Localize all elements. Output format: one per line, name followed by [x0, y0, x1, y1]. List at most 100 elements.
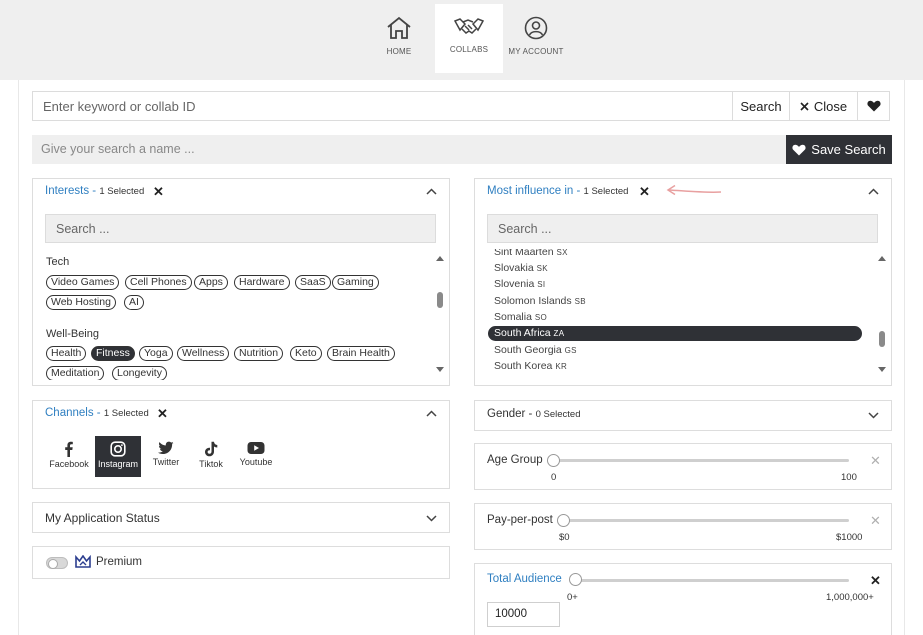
- influence-count: 1 Selected: [583, 186, 629, 197]
- channel-twitter[interactable]: Twitter: [143, 436, 189, 477]
- pay-per-post-slider-handle[interactable]: [557, 514, 570, 527]
- country-option[interactable]: South Georgia GS: [494, 344, 577, 356]
- chevron-down-icon[interactable]: [868, 412, 879, 419]
- channel-youtube[interactable]: Youtube: [233, 436, 279, 477]
- country-name: Somalia: [494, 311, 532, 323]
- close-button-label: Close: [813, 98, 848, 114]
- total-audience-slider-handle[interactable]: [569, 573, 582, 586]
- interests-scroll-down[interactable]: [436, 367, 444, 372]
- channel-instagram[interactable]: Instagram: [95, 436, 141, 477]
- nav-my-account[interactable]: MY ACCOUNT: [502, 4, 570, 73]
- influence-scroll-up[interactable]: [878, 256, 886, 261]
- tag-ai[interactable]: AI: [124, 295, 144, 310]
- country-code: SB: [574, 297, 586, 306]
- interests-search-input[interactable]: Search ...: [45, 214, 436, 243]
- account-icon: [524, 16, 548, 40]
- age-group-title: Age Group: [487, 454, 543, 466]
- tag-saas[interactable]: SaaS: [295, 275, 331, 290]
- channel-label: Instagram: [97, 459, 139, 469]
- total-audience-clear-icon[interactable]: ✕: [870, 573, 881, 589]
- tag-fitness[interactable]: Fitness: [91, 346, 135, 361]
- tag-gaming[interactable]: Gaming: [332, 275, 379, 290]
- nav-home-label: HOME: [386, 47, 412, 56]
- total-audience-slider-track[interactable]: [576, 579, 849, 582]
- influence-title[interactable]: Most influence in - 1 Selected: [487, 185, 628, 197]
- twitter-icon: [158, 441, 174, 454]
- interests-title[interactable]: Interests - 1 Selected: [45, 185, 144, 197]
- country-code: ZA: [553, 329, 565, 338]
- nav-collabs[interactable]: COLLABS: [435, 4, 503, 73]
- age-group-panel: [474, 443, 892, 490]
- channels-clear-icon[interactable]: ✕: [157, 406, 168, 422]
- chevron-up-icon[interactable]: [426, 188, 437, 195]
- influence-clear-icon[interactable]: ✕: [639, 184, 650, 200]
- age-group-max-label: 100: [841, 472, 857, 483]
- premium-toggle[interactable]: [46, 557, 68, 569]
- country-option[interactable]: Solomon Islands SB: [494, 295, 586, 307]
- pay-per-post-panel: [474, 503, 892, 550]
- country-code: KR: [555, 362, 568, 371]
- total-audience-input[interactable]: 10000: [487, 602, 560, 627]
- keyword-search-input[interactable]: Enter keyword or collab ID: [32, 91, 732, 121]
- tag-nutrition[interactable]: Nutrition: [234, 346, 284, 361]
- tag-longevity[interactable]: Longevity: [112, 366, 167, 381]
- tag-yoga[interactable]: Yoga: [139, 346, 173, 361]
- nav-my-account-label: MY ACCOUNT: [508, 47, 564, 56]
- influence-scrollbar-thumb[interactable]: [879, 331, 885, 347]
- country-option[interactable]: South Korea KR: [494, 360, 567, 372]
- handshake-icon: [454, 18, 484, 34]
- gender-count: 0 Selected: [535, 409, 581, 420]
- country-code: GS: [564, 346, 577, 355]
- search-button[interactable]: Search: [732, 91, 790, 121]
- age-group-slider-track[interactable]: [554, 459, 849, 462]
- heart-icon: [792, 144, 806, 155]
- tag-video-games[interactable]: Video Games: [46, 275, 120, 290]
- influence-scroll-down[interactable]: [878, 367, 886, 372]
- total-audience-title[interactable]: Total Audience: [487, 573, 562, 585]
- country-option-selected[interactable]: South Africa ZA: [488, 326, 862, 341]
- age-group-slider-handle[interactable]: [547, 454, 560, 467]
- tag-cell-phones[interactable]: Cell Phones: [125, 275, 192, 290]
- tag-web-hosting[interactable]: Web Hosting: [46, 295, 116, 310]
- gender-title-text: Gender: [487, 408, 526, 420]
- tag-health[interactable]: Health: [46, 346, 87, 361]
- tag-apps[interactable]: Apps: [194, 275, 228, 290]
- interests-clear-icon[interactable]: ✕: [153, 184, 164, 200]
- pay-per-post-min-label: $0: [559, 532, 570, 543]
- country-option[interactable]: Slovakia SK: [494, 262, 548, 274]
- age-group-min-label: 0: [551, 472, 557, 483]
- channel-facebook[interactable]: Facebook: [46, 436, 92, 477]
- total-audience-min-label: 0+: [567, 592, 578, 603]
- chevron-down-icon[interactable]: [426, 515, 437, 522]
- tag-keto[interactable]: Keto: [290, 346, 322, 361]
- favorites-button[interactable]: [857, 91, 890, 121]
- premium-panel: [32, 546, 450, 579]
- country-name: Solomon Islands: [494, 295, 572, 307]
- search-name-input[interactable]: Give your search a name ...: [32, 135, 787, 164]
- save-search-button[interactable]: Save Search: [786, 135, 892, 164]
- tag-brain-health[interactable]: Brain Health: [327, 346, 395, 361]
- influence-search-input[interactable]: Search ...: [487, 214, 878, 243]
- age-group-clear-icon[interactable]: ✕: [870, 453, 881, 469]
- channels-title[interactable]: Channels - 1 Selected: [45, 407, 149, 419]
- close-button[interactable]: Close: [789, 91, 858, 121]
- pay-per-post-clear-icon[interactable]: ✕: [870, 513, 881, 529]
- nav-collabs-label: COLLABS: [449, 45, 489, 54]
- country-name: Slovenia: [494, 278, 535, 290]
- interests-count: 1 Selected: [99, 186, 145, 197]
- pay-per-post-slider-track[interactable]: [564, 519, 849, 522]
- country-option[interactable]: Slovenia SI: [494, 278, 545, 290]
- interests-scroll-up[interactable]: [436, 256, 444, 261]
- nav-home[interactable]: HOME: [365, 4, 433, 73]
- channel-tiktok[interactable]: Tiktok: [188, 436, 234, 477]
- home-icon: [387, 16, 411, 39]
- country-option[interactable]: Somalia SO: [494, 311, 547, 323]
- channel-label: Twitter: [152, 457, 180, 467]
- tag-hardware[interactable]: Hardware: [234, 275, 290, 290]
- chevron-up-icon[interactable]: [426, 410, 437, 417]
- pay-per-post-title: Pay-per-post: [487, 514, 553, 526]
- chevron-up-icon[interactable]: [868, 188, 879, 195]
- interests-scrollbar-thumb[interactable]: [437, 292, 443, 308]
- tag-wellness[interactable]: Wellness: [177, 346, 230, 361]
- tag-meditation[interactable]: Meditation: [46, 366, 105, 381]
